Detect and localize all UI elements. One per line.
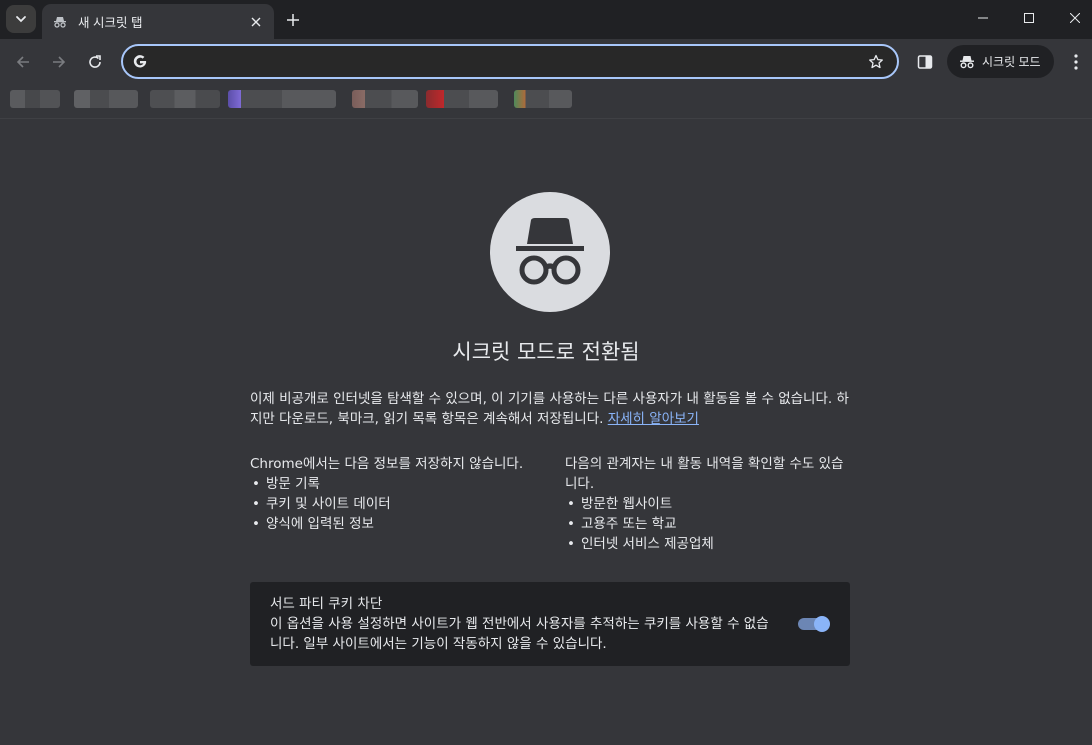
arrow-left-icon — [16, 56, 29, 68]
chevron-down-icon — [16, 16, 26, 23]
list-item: 양식에 입력된 정보 — [250, 514, 540, 534]
address-input[interactable] — [149, 46, 861, 77]
side-panel-button[interactable] — [912, 49, 938, 75]
visible-to-list: 방문한 웹사이트 고용주 또는 학교 인터넷 서비스 제공업체 — [565, 494, 855, 554]
toggle-knob — [814, 616, 830, 632]
bookmarks-bar — [0, 84, 1092, 119]
close-tab-icon[interactable] — [248, 14, 264, 30]
forward-button[interactable] — [46, 49, 72, 75]
tab-new-incognito[interactable]: 새 시크릿 탭 — [42, 4, 274, 39]
incognito-icon — [960, 55, 974, 68]
tab-search-button[interactable] — [6, 5, 36, 33]
chrome-menu-button[interactable] — [1066, 49, 1086, 75]
close-window-button[interactable] — [1053, 0, 1092, 36]
incognito-profile-chip[interactable]: 시크릿 모드 — [947, 45, 1054, 78]
more-vert-icon — [1074, 54, 1078, 70]
google-g-icon — [131, 53, 149, 71]
new-tab-button[interactable] — [282, 9, 304, 31]
bookmark-star-icon[interactable] — [861, 47, 891, 77]
bookmark-item[interactable] — [514, 90, 572, 108]
incognito-chip-label: 시크릿 모드 — [982, 55, 1041, 69]
incognito-ntp-content: 시크릿 모드로 전환됨 이제 비공개로 인터넷을 탐색할 수 있으며, 이 기기… — [0, 120, 1092, 745]
bookmark-item[interactable] — [228, 90, 336, 108]
arrow-right-icon — [53, 56, 66, 68]
toolbar: 시크릿 모드 — [0, 39, 1092, 84]
maximize-button[interactable] — [1007, 0, 1051, 36]
address-bar[interactable] — [121, 44, 899, 79]
list-item: 인터넷 서비스 제공업체 — [565, 534, 855, 554]
list-item: 방문한 웹사이트 — [565, 494, 855, 514]
incognito-hero-icon — [490, 192, 610, 312]
list-item: 고용주 또는 학교 — [565, 514, 855, 534]
back-button[interactable] — [10, 49, 36, 75]
cookie-card-title: 서드 파티 쿠키 차단 — [270, 596, 383, 612]
not-saved-title: Chrome에서는 다음 정보를 저장하지 않습니다. — [250, 456, 524, 472]
maximize-icon — [1024, 13, 1034, 23]
reload-button[interactable] — [82, 49, 108, 75]
reload-icon — [89, 55, 101, 68]
third-party-cookie-card: 서드 파티 쿠키 차단 이 옵션을 사용 설정하면 사이트가 웹 전반에서 사용… — [250, 582, 850, 666]
side-panel-icon — [917, 55, 933, 69]
incognito-icon — [52, 14, 68, 30]
tab-title: 새 시크릿 탭 — [78, 16, 143, 30]
list-item: 방문 기록 — [250, 474, 540, 494]
close-icon — [1070, 13, 1080, 23]
visible-to-column: 다음의 관계자는 내 활동 내역을 확인할 수도 있습니다. 방문한 웹사이트 … — [565, 454, 855, 554]
intro-paragraph: 이제 비공개로 인터넷을 탐색할 수 있으며, 이 기기를 사용하는 다른 사용… — [250, 389, 850, 429]
cookie-card-description: 이 옵션을 사용 설정하면 사이트가 웹 전반에서 사용자를 추적하는 쿠키를 … — [270, 616, 769, 652]
title-bar: 새 시크릿 탭 — [0, 0, 1092, 39]
not-saved-column: Chrome에서는 다음 정보를 저장하지 않습니다. 방문 기록 쿠키 및 사… — [250, 454, 540, 534]
bookmark-item[interactable] — [352, 90, 418, 108]
block-cookies-toggle[interactable] — [798, 616, 830, 632]
not-saved-list: 방문 기록 쿠키 및 사이트 데이터 양식에 입력된 정보 — [250, 474, 540, 534]
bookmark-item[interactable] — [10, 90, 60, 108]
list-item: 쿠키 및 사이트 데이터 — [250, 494, 540, 514]
minimize-button[interactable] — [961, 0, 1005, 36]
visible-to-title: 다음의 관계자는 내 활동 내역을 확인할 수도 있습니다. — [565, 456, 844, 492]
learn-more-link[interactable]: 자세히 알아보기 — [608, 411, 699, 427]
page-title: 시크릿 모드로 전환됨 — [452, 340, 640, 364]
plus-icon — [287, 14, 299, 26]
bookmark-item[interactable] — [74, 90, 138, 108]
intro-text: 이제 비공개로 인터넷을 탐색할 수 있으며, 이 기기를 사용하는 다른 사용… — [250, 391, 849, 427]
minimize-icon — [978, 17, 988, 19]
bookmark-item[interactable] — [426, 90, 498, 108]
bookmark-item[interactable] — [150, 90, 220, 108]
